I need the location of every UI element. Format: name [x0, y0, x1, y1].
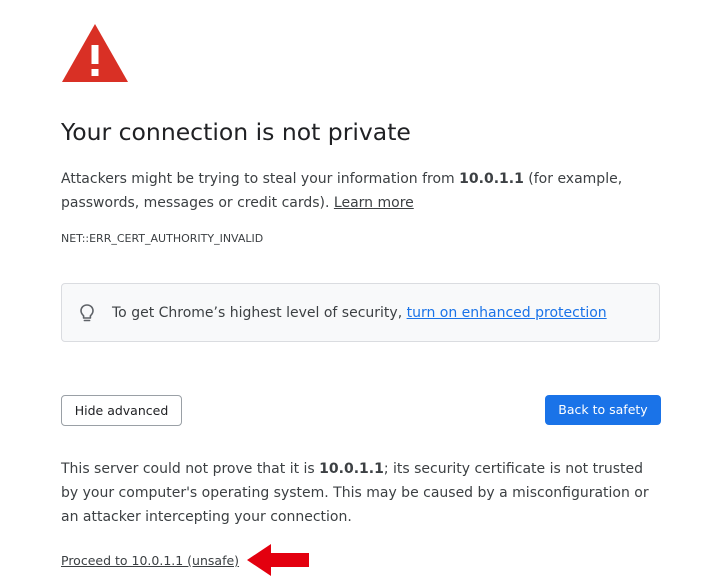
warning-triangle-icon — [62, 24, 128, 82]
proceed-unsafe-link[interactable]: Proceed to 10.0.1.1 (unsafe) — [61, 553, 239, 568]
back-to-safety-button[interactable]: Back to safety — [545, 395, 661, 425]
error-code: NET::ERR_CERT_AUTHORITY_INVALID — [61, 232, 264, 245]
enhanced-protection-label: To get Chrome’s highest level of securit… — [112, 305, 407, 321]
enhanced-protection-link[interactable]: turn on enhanced protection — [407, 305, 607, 321]
enhanced-protection-text: To get Chrome’s highest level of securit… — [112, 303, 607, 323]
red-arrow-annotation — [247, 544, 309, 576]
hide-advanced-button[interactable]: Hide advanced — [61, 395, 182, 426]
learn-more-link[interactable]: Learn more — [334, 195, 414, 211]
intro-text-before: Attackers might be trying to steal your … — [61, 171, 460, 187]
page-title: Your connection is not private — [61, 118, 411, 146]
details-paragraph: This server could not prove that it is 1… — [61, 457, 661, 529]
lightbulb-icon — [80, 304, 94, 322]
details-host: 10.0.1.1 — [319, 461, 384, 477]
enhanced-protection-banner: To get Chrome’s highest level of securit… — [61, 283, 660, 342]
details-text-before: This server could not prove that it is — [61, 461, 320, 477]
intro-host: 10.0.1.1 — [459, 171, 524, 187]
intro-paragraph: Attackers might be trying to steal your … — [61, 167, 661, 215]
